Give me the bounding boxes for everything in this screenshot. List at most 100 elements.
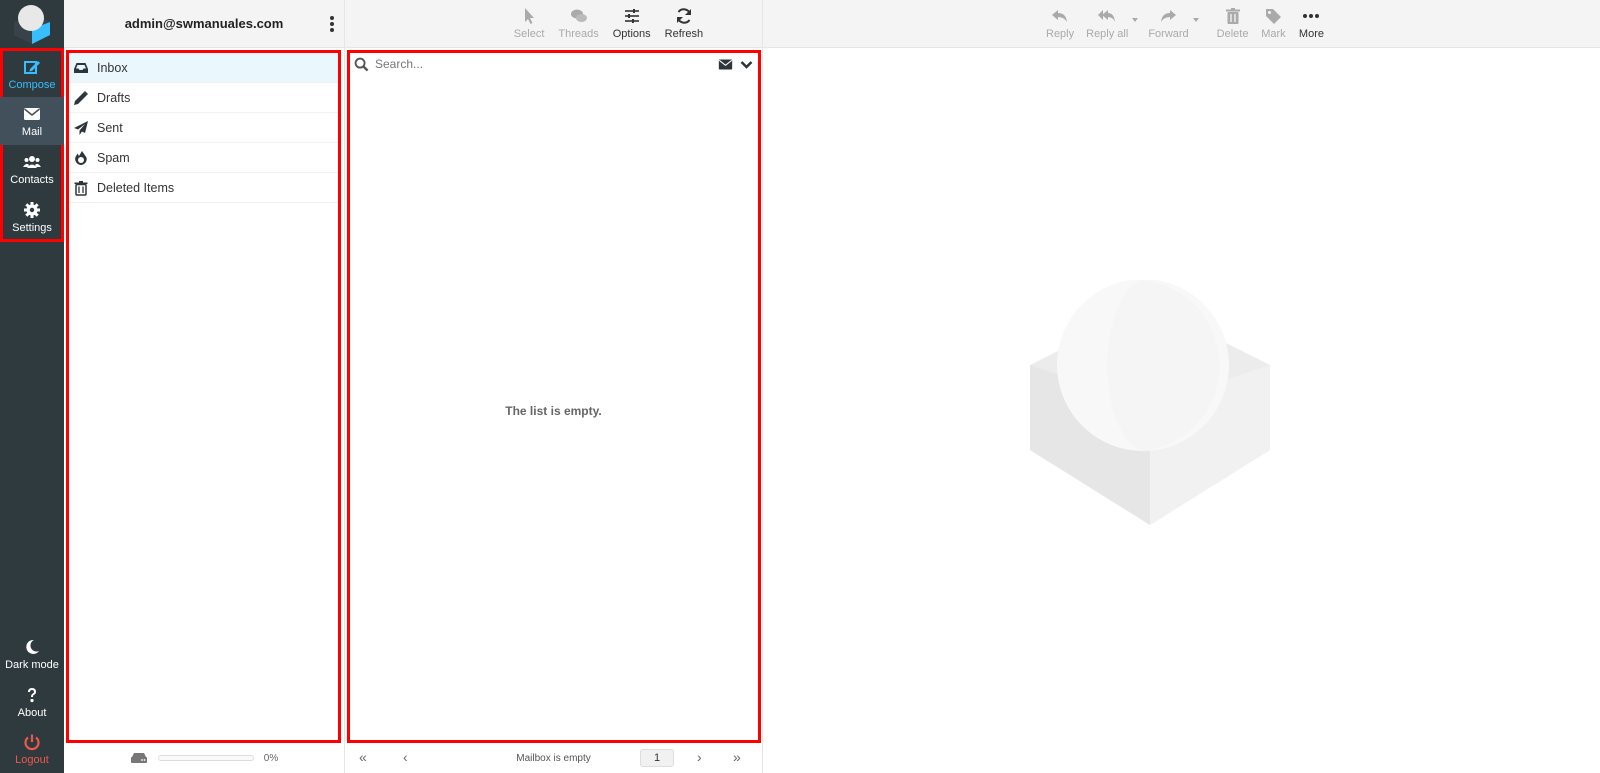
mark-label: Mark [1261,28,1286,40]
list-highlight-frame [347,50,761,743]
reply-icon [1052,10,1068,22]
quota-bar [157,755,254,761]
folder-label: Spam [97,150,130,165]
moon-icon [26,639,39,654]
logo-icon [14,5,50,44]
reply-button[interactable]: Reply [1040,7,1080,40]
select-label: Select [513,28,545,40]
about-label: About [17,706,47,719]
refresh-icon [676,8,691,24]
dark-mode-label: Dark mode [5,658,59,671]
compose-icon [24,60,40,74]
power-icon [24,734,40,750]
reply-all-icon [1098,10,1116,22]
select-button[interactable]: Select [510,7,549,40]
folder-sent[interactable]: Sent [69,113,338,143]
logout-button[interactable]: Logout [0,725,64,773]
quota-text: 0% [263,752,279,764]
inbox-icon [74,62,88,73]
mail-button[interactable]: Mail [0,97,64,145]
folder-label: Sent [97,120,123,135]
forward-dropdown-icon[interactable] [1192,17,1199,22]
previous-page-button[interactable]: ‹ [403,750,408,764]
search-bar [350,53,758,75]
paper-plane-icon [74,120,88,135]
forward-icon [1161,10,1177,22]
folder-menu-button[interactable] [326,14,338,34]
settings-label: Settings [12,221,52,234]
logout-label: Logout [15,753,49,766]
kebab-dot [330,28,334,32]
compose-button[interactable]: Compose [0,50,64,98]
question-icon [28,687,36,702]
forward-label: Forward [1148,28,1189,40]
empty-list-message: The list is empty. [505,404,602,418]
threads-label: Threads [558,28,599,40]
reply-all-label: Reply all [1086,28,1129,40]
kebab-dot [330,16,334,20]
refresh-label: Refresh [664,28,704,40]
next-page-button[interactable]: › [697,750,702,764]
forward-button[interactable]: Forward [1142,7,1194,40]
reply-label: Reply [1046,28,1075,40]
app-logo[interactable] [0,0,64,48]
delete-button[interactable]: Delete [1211,7,1255,40]
folder-panel: admin@swmanuales.com Inbox Drafts Sent S… [64,0,345,773]
mail-label: Mail [21,125,43,138]
pagination: « ‹ Mailbox is empty 1 › » [345,743,762,773]
folder-label: Deleted Items [97,180,175,195]
reply-all-button[interactable]: Reply all [1080,7,1134,40]
mark-button[interactable]: Mark [1254,7,1292,40]
compose-label: Compose [8,78,56,91]
users-icon [23,155,41,168]
search-icon [354,57,369,71]
reply-all-dropdown-icon[interactable] [1132,17,1139,22]
folder-label: Drafts [97,90,131,105]
delete-label: Delete [1216,28,1249,40]
dark-mode-button[interactable]: Dark mode [0,630,64,678]
page-number[interactable]: 1 [640,749,674,767]
pencil-icon [74,90,88,105]
fire-icon [75,150,87,165]
account-email: admin@swmanuales.com [124,16,284,31]
taskbar: Compose Mail Contacts Settings Dark mode… [0,0,64,773]
pointer-icon [525,8,535,24]
comments-icon [570,9,587,22]
contacts-label: Contacts [10,173,54,186]
threads-button[interactable]: Threads [554,7,602,40]
more-button[interactable]: More [1292,7,1330,40]
options-label: Options [612,28,651,40]
folder-spam[interactable]: Spam [69,143,338,173]
refresh-button[interactable]: Refresh [661,7,708,40]
roundcube-watermark-icon [1030,280,1270,525]
trash-icon [74,180,88,196]
kebab-dot [330,22,334,26]
storage-icon [130,753,147,763]
last-page-button[interactable]: » [733,750,741,764]
contacts-button[interactable]: Contacts [0,145,64,193]
ellipsis-icon [1303,14,1320,18]
search-input[interactable] [375,57,718,71]
envelope-icon [24,107,40,120]
message-list-toolbar: Select Threads Options Refresh [345,0,762,48]
message-list-panel: Select Threads Options Refresh The list … [345,0,763,773]
message-toolbar: Reply Reply all Forward Delete Mark More [763,0,1600,48]
sliders-icon [624,9,639,23]
envelope-filter-icon[interactable] [718,57,733,72]
first-page-button[interactable]: « [359,750,367,764]
gear-icon [24,201,40,218]
folder-deleted-items[interactable]: Deleted Items [69,173,338,203]
settings-button[interactable]: Settings [0,193,64,241]
options-button[interactable]: Options [609,7,655,40]
about-button[interactable]: About [0,678,64,726]
webmail-app: Compose Mail Contacts Settings Dark mode… [0,0,1600,773]
folder-list: Inbox Drafts Sent Spam Deleted Items [69,53,338,203]
folder-inbox[interactable]: Inbox [69,53,338,83]
tag-icon [1266,9,1282,24]
folder-label: Inbox [97,60,128,75]
chevron-down-icon[interactable] [739,57,754,72]
more-label: More [1298,28,1324,40]
folder-panel-header: admin@swmanuales.com [64,0,344,48]
quota-display: 0% [64,743,344,773]
folder-drafts[interactable]: Drafts [69,83,338,113]
